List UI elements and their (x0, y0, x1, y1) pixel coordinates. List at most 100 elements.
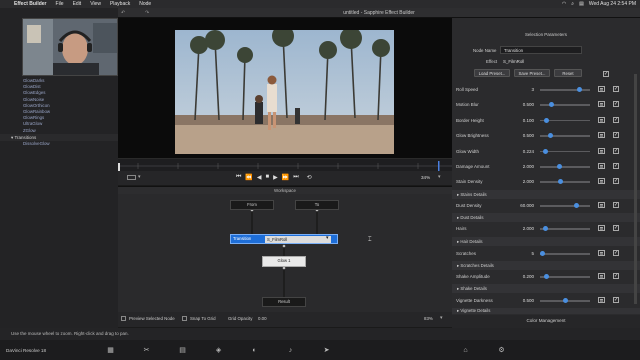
section-hair-details[interactable]: ▸ Hair Details (452, 237, 640, 246)
keyframe-menu-icon[interactable] (598, 273, 605, 279)
param-slider-thumb[interactable] (547, 133, 553, 139)
param-slider-track[interactable] (540, 181, 590, 183)
chevron-down-icon[interactable]: ▾ (138, 174, 141, 180)
color-management-button[interactable]: Color Management (452, 315, 640, 328)
param-slider-thumb[interactable] (542, 148, 548, 154)
effect-dropdown-icon[interactable]: ▾ (326, 235, 329, 242)
param-slider-track[interactable] (540, 150, 590, 153)
menu-file[interactable]: File (56, 1, 64, 7)
param-slider-thumb[interactable] (540, 251, 545, 256)
home-icon[interactable]: ⌂ (461, 346, 470, 355)
param-checkbox[interactable]: ✓ (613, 116, 619, 123)
node-name-field[interactable]: Transition (500, 46, 582, 54)
param-value[interactable]: 0.100 (510, 118, 534, 123)
stop-icon[interactable]: ■ (266, 174, 270, 181)
snap-to-grid-toggle[interactable]: Snap To Grid (182, 316, 216, 322)
param-value[interactable]: 5 (510, 251, 534, 256)
keyframe-menu-icon[interactable] (598, 178, 605, 185)
section-stains-details[interactable]: ▸ Stains Details (452, 190, 640, 199)
param-slider-track[interactable] (540, 205, 590, 207)
section-scratches-details[interactable]: ▸ Scratches Details (452, 261, 640, 270)
param-slider-thumb[interactable] (557, 179, 563, 185)
workspace-zoom[interactable]: 83% (424, 316, 433, 321)
display-mode-icon[interactable] (127, 175, 136, 180)
param-checkbox[interactable]: ✓ (613, 178, 619, 185)
node-glow[interactable]: Glow 1 (262, 256, 306, 267)
workspace-zoom-chevron-icon[interactable]: ▾ (440, 315, 443, 321)
param-value[interactable]: 0.500 (510, 298, 534, 303)
keyframe-menu-icon[interactable] (598, 101, 605, 108)
go-to-end-icon[interactable]: ⏭ (293, 174, 298, 181)
param-slider-thumb[interactable] (548, 102, 554, 108)
enable-checkbox[interactable]: ✓ (603, 71, 609, 77)
keyframe-menu-icon[interactable] (598, 147, 605, 154)
reset-button[interactable]: Reset (554, 69, 582, 77)
param-slider-thumb[interactable] (556, 164, 562, 169)
param-checkbox[interactable]: ✓ (613, 250, 619, 256)
keyframe-menu-icon[interactable] (598, 202, 605, 208)
timeline-scrubber[interactable] (118, 158, 452, 171)
preview-checkbox[interactable] (121, 316, 126, 322)
menu-playback[interactable]: Playback (110, 1, 130, 7)
loop-icon[interactable]: ⟲ (307, 174, 312, 181)
param-slider-thumb[interactable] (543, 274, 549, 279)
video-viewer[interactable] (118, 18, 452, 158)
load-preset-button[interactable]: Load Preset... (474, 69, 510, 77)
fairlight-page-icon[interactable]: ♪ (286, 346, 295, 355)
param-value[interactable]: 0.200 (510, 274, 534, 279)
keyframe-menu-icon[interactable] (598, 250, 605, 256)
node-result[interactable]: Result (262, 297, 306, 307)
param-checkbox[interactable]: ✓ (613, 132, 619, 139)
param-slider-track[interactable] (540, 104, 590, 106)
snap-checkbox[interactable] (182, 316, 187, 322)
go-to-start-icon[interactable]: ⏮ (236, 174, 241, 181)
param-checkbox[interactable]: ✓ (613, 101, 619, 108)
tree-section-transitions[interactable]: ▾ Transitions (0, 133, 118, 141)
fusion-page-icon[interactable]: ◈ (214, 346, 223, 355)
edit-page-icon[interactable]: ▤ (178, 346, 187, 355)
viewer-zoom-chevron-icon[interactable]: ▾ (438, 174, 441, 180)
control-center-icon[interactable]: ▤ (579, 1, 584, 7)
node-to[interactable]: To (295, 200, 339, 210)
keyframe-menu-icon[interactable] (598, 225, 605, 231)
cut-page-icon[interactable]: ✂ (142, 346, 151, 355)
param-slider-thumb[interactable] (542, 226, 548, 231)
color-page-icon[interactable]: ◐ (250, 346, 259, 355)
param-slider-thumb[interactable] (576, 87, 582, 92)
param-value[interactable]: 0.500 (510, 133, 534, 138)
param-checkbox[interactable]: ✓ (613, 225, 619, 231)
keyframe-menu-icon[interactable] (598, 86, 605, 92)
play-icon[interactable]: ▶ (273, 174, 278, 181)
node-transition[interactable]: Transition S_FilmRoll ▾ (230, 234, 338, 244)
media-page-icon[interactable]: ▦ (106, 346, 115, 355)
menu-edit[interactable]: Edit (73, 1, 82, 7)
grid-opacity-value[interactable]: 0.00 (258, 316, 267, 321)
param-checkbox[interactable]: ✓ (613, 273, 619, 279)
step-forward-icon[interactable]: ⏩ (282, 174, 289, 181)
menu-view[interactable]: View (90, 1, 101, 7)
param-slider-track[interactable] (540, 253, 590, 255)
settings-icon[interactable]: ⚙ (497, 346, 506, 355)
play-reverse-icon[interactable]: ◀ (257, 174, 262, 181)
keyframe-menu-icon[interactable] (598, 116, 605, 123)
param-value[interactable]: 0.500 (510, 102, 534, 107)
param-slider-track[interactable] (540, 166, 590, 168)
tree-item[interactable]: DissolveGlow (0, 141, 118, 147)
param-checkbox[interactable]: ✓ (613, 147, 619, 154)
step-back-icon[interactable]: ⏪ (245, 174, 252, 181)
param-value[interactable]: 2.000 (510, 164, 534, 169)
node-from[interactable]: From (230, 200, 274, 210)
param-checkbox[interactable]: ✓ (613, 163, 619, 169)
param-slider-track[interactable] (540, 228, 590, 230)
keyframe-menu-icon[interactable] (598, 132, 605, 139)
node-transition-effect[interactable]: S_FilmRoll (265, 236, 331, 243)
param-slider-thumb[interactable] (573, 203, 579, 208)
save-preset-button[interactable]: Save Preset... (514, 69, 550, 77)
param-slider-track[interactable] (540, 89, 590, 91)
panel-scrollbar[interactable] (634, 74, 637, 304)
section-vignette-details[interactable]: ▸ Vignette Details (452, 308, 640, 314)
keyframe-menu-icon[interactable] (598, 297, 605, 303)
menu-clock[interactable]: Wed Aug 24 2:54 PM (589, 1, 636, 7)
viewer-zoom[interactable]: 34% (421, 175, 430, 180)
param-value[interactable]: 2.000 (510, 226, 534, 231)
